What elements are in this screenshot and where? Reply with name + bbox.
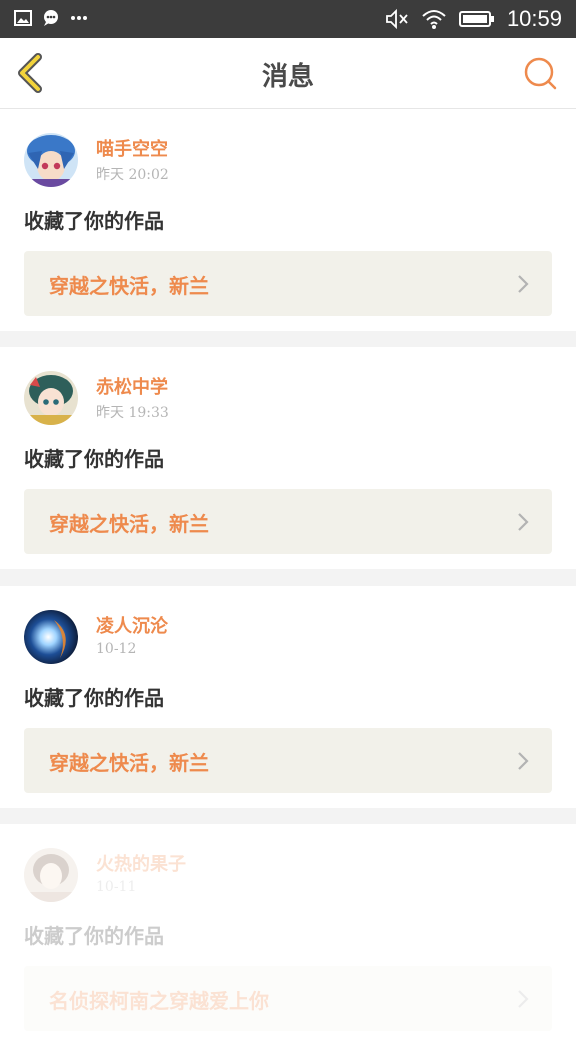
message-card: 喵手空空 昨天 20:02 收藏了你的作品 穿越之快活，新兰 xyxy=(0,109,576,331)
work-link[interactable]: 穿越之快活，新兰 xyxy=(24,728,552,793)
work-title: 名侦探柯南之穿越爱上你 xyxy=(49,989,269,1013)
user-avatar[interactable] xyxy=(24,610,78,664)
chevron-right-icon xyxy=(518,513,529,531)
work-link[interactable]: 穿越之快活，新兰 xyxy=(24,489,552,554)
image-notification-icon xyxy=(14,10,32,26)
clock: 10:59 xyxy=(506,6,562,31)
wifi-icon xyxy=(422,10,446,29)
work-title: 穿越之快活，新兰 xyxy=(49,751,209,775)
chevron-right-icon xyxy=(518,990,529,1008)
message-card: 赤松中学 昨天 19:33 收藏了你的作品 穿越之快活，新兰 xyxy=(0,347,576,569)
work-link[interactable]: 穿越之快活，新兰 xyxy=(24,251,552,316)
more-notifications-icon xyxy=(71,16,87,20)
app-header: 消息 xyxy=(0,38,576,109)
chevron-right-icon xyxy=(518,275,529,293)
message-card: 凌人沉沦 10-12 收藏了你的作品 穿越之快活，新兰 xyxy=(0,586,576,808)
search-icon[interactable] xyxy=(522,55,558,91)
work-title: 穿越之快活，新兰 xyxy=(49,512,209,536)
battery-icon xyxy=(458,11,494,27)
action-text: 收藏了你的作品 xyxy=(24,209,164,233)
work-title: 穿越之快活，新兰 xyxy=(49,274,209,298)
page-title: 消息 xyxy=(261,62,314,92)
message-time: 10-11 xyxy=(96,879,137,895)
user-avatar[interactable] xyxy=(24,133,78,187)
status-bar: 10:59 xyxy=(0,0,576,38)
user-name[interactable]: 凌人沉沦 xyxy=(96,612,168,638)
user-avatar[interactable] xyxy=(24,848,78,902)
action-text: 收藏了你的作品 xyxy=(24,686,164,710)
user-name[interactable]: 喵手空空 xyxy=(96,135,168,161)
user-name[interactable]: 赤松中学 xyxy=(96,373,168,399)
mute-icon xyxy=(386,8,408,30)
action-text: 收藏了你的作品 xyxy=(24,447,164,471)
action-text: 收藏了你的作品 xyxy=(24,924,164,948)
message-time: 昨天 19:33 xyxy=(96,405,169,421)
message-time: 10-12 xyxy=(96,641,137,657)
work-link[interactable]: 名侦探柯南之穿越爱上你 xyxy=(24,966,552,1031)
message-time: 昨天 20:02 xyxy=(96,167,169,183)
user-name[interactable]: 火热的果子 xyxy=(96,850,186,876)
chevron-right-icon xyxy=(518,752,529,770)
message-card: 火热的果子 10-11 收藏了你的作品 名侦探柯南之穿越爱上你 xyxy=(0,824,576,1046)
user-avatar[interactable] xyxy=(24,371,78,425)
chat-notification-icon xyxy=(44,10,58,26)
